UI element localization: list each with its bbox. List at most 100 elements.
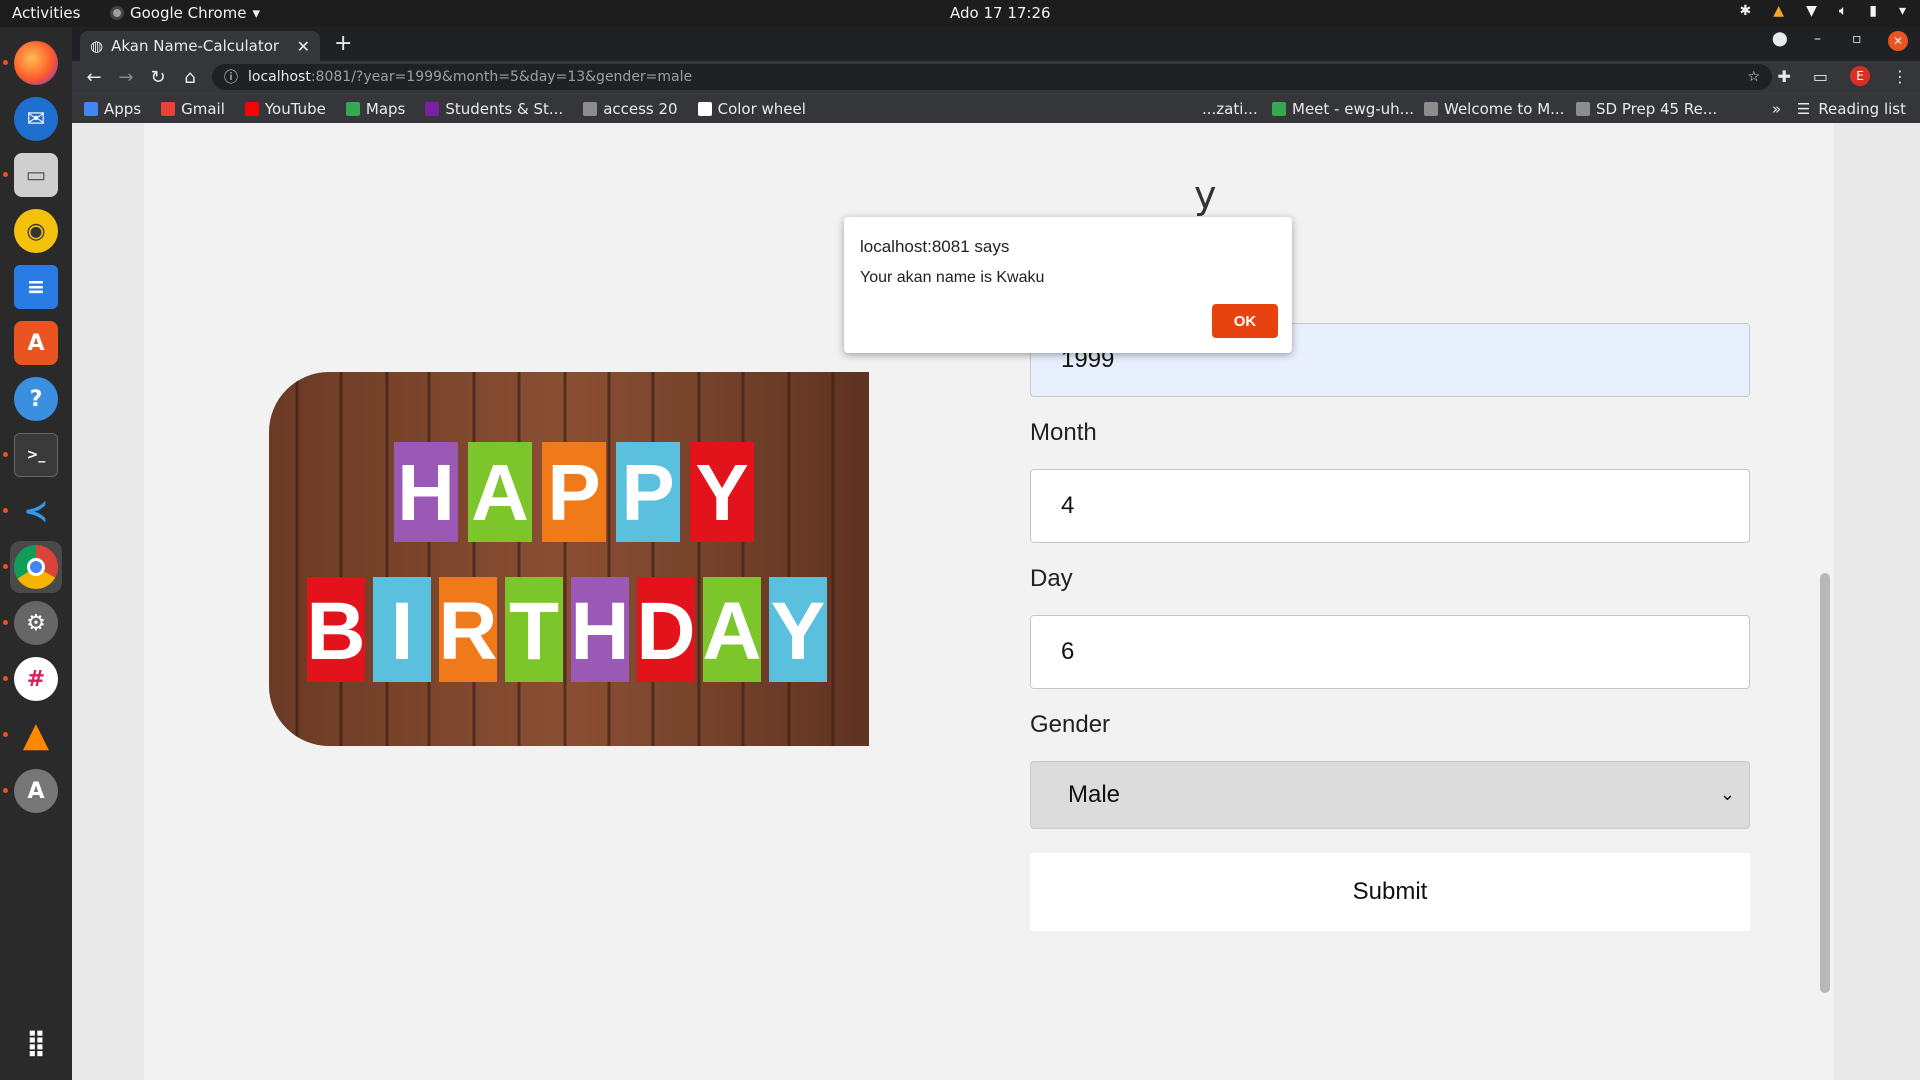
wifi-icon[interactable]: ▼ bbox=[1806, 3, 1817, 19]
letter-glyph: R bbox=[438, 586, 497, 677]
bookmark-zati[interactable]: ...zati... bbox=[1202, 100, 1258, 118]
extensions-icon[interactable]: ✚ bbox=[1777, 67, 1790, 86]
bookmarks-bar: Apps Gmail YouTube Maps Students & St...… bbox=[72, 93, 1920, 123]
dock-thunderbird[interactable]: ✉ bbox=[10, 93, 62, 145]
slack-tray-icon[interactable]: ✱ bbox=[1740, 3, 1752, 19]
clock[interactable]: Ado 17 17:26 bbox=[950, 4, 1051, 22]
letter-glyph: A bbox=[702, 586, 761, 677]
tab-title: Akan Name-Calculator bbox=[111, 37, 280, 55]
app-menu-label: Google Chrome bbox=[130, 4, 247, 22]
profile-avatar[interactable]: E bbox=[1850, 66, 1870, 86]
tab-search-icon[interactable]: ⬤ bbox=[1772, 31, 1788, 47]
slack-icon: # bbox=[14, 657, 58, 701]
chrome-icon bbox=[14, 545, 58, 589]
letter-glyph: Y bbox=[695, 448, 748, 537]
bookmark-sd-prep[interactable]: SD Prep 45 Re... bbox=[1576, 100, 1717, 118]
page-scrollbar[interactable] bbox=[1820, 573, 1830, 993]
help-icon: ? bbox=[14, 377, 58, 421]
dock-rhythmbox[interactable]: ◉ bbox=[10, 205, 62, 257]
globe-icon: ◍ bbox=[90, 37, 104, 55]
chevron-down-icon: ⌄ bbox=[1719, 784, 1735, 804]
firefox-icon bbox=[14, 41, 58, 85]
letter-glyph: I bbox=[391, 586, 414, 677]
chrome-app-icon bbox=[110, 6, 124, 20]
bookmark-meet[interactable]: Meet - ewg-uh... bbox=[1272, 100, 1414, 118]
birthday-image: HAPPY BIRTHDAY bbox=[269, 372, 869, 746]
bookmark-youtube[interactable]: YouTube bbox=[244, 100, 326, 118]
alert-title: localhost:8081 says bbox=[860, 237, 1010, 256]
bookmark-star-icon[interactable]: ☆ bbox=[1747, 69, 1760, 85]
app-menu[interactable]: Google Chrome ▾ bbox=[110, 4, 260, 22]
files-icon: ▭ bbox=[14, 153, 58, 197]
minimize-button[interactable]: – bbox=[1814, 31, 1821, 47]
dock-files[interactable]: ▭ bbox=[10, 149, 62, 201]
gender-select[interactable]: Male ⌄ bbox=[1030, 761, 1750, 829]
vlc-icon: ▲ bbox=[22, 715, 50, 755]
bookmark-apps[interactable]: Apps bbox=[84, 100, 141, 118]
gender-label: Gender bbox=[1030, 711, 1111, 738]
bookmark-gmail[interactable]: Gmail bbox=[161, 100, 225, 118]
back-button[interactable]: ← bbox=[78, 67, 110, 88]
terminal-icon: >_ bbox=[14, 433, 58, 477]
close-icon[interactable]: ✕ bbox=[297, 37, 310, 56]
dock-show-apps[interactable]: ⣿ bbox=[10, 1017, 62, 1069]
bookmark-access[interactable]: access 20 bbox=[583, 100, 678, 118]
battery-icon[interactable]: ▮ bbox=[1869, 3, 1877, 19]
alert-dialog: localhost:8081 says Your akan name is Kw… bbox=[844, 217, 1292, 353]
letter-glyph: Y bbox=[771, 586, 826, 677]
letter-glyph: D bbox=[636, 586, 695, 677]
toolbar-right: ✚ ▭ E ⋮ bbox=[1777, 66, 1908, 86]
apps-grid-icon: ⣿ bbox=[25, 1028, 47, 1058]
address-bar[interactable]: ⓘ localhost:8081/?year=1999&month=5&day=… bbox=[212, 64, 1772, 90]
letter-glyph: H bbox=[397, 448, 455, 537]
alert-ok-button[interactable]: OK bbox=[1212, 304, 1278, 338]
letter-glyph: P bbox=[547, 448, 600, 537]
dock-firefox[interactable] bbox=[10, 37, 62, 89]
dock-settings[interactable]: ⚙ bbox=[10, 597, 62, 649]
day-label: Day bbox=[1030, 565, 1073, 592]
rhythmbox-icon: ◉ bbox=[14, 209, 58, 253]
system-menu-chevron-icon[interactable]: ▾ bbox=[1899, 3, 1906, 19]
dock-chrome[interactable] bbox=[10, 541, 62, 593]
dock-vscode[interactable]: ≺ bbox=[10, 485, 62, 537]
warning-tray-icon[interactable]: ▲ bbox=[1773, 3, 1784, 19]
submit-button[interactable]: Submit bbox=[1030, 853, 1750, 931]
letter-glyph: T bbox=[509, 586, 559, 677]
chrome-window: ◍ Akan Name-Calculator ✕ + ⬤ – ▫ ✕ ← → ↻… bbox=[72, 27, 1920, 1080]
bookmark-welcome[interactable]: Welcome to M... bbox=[1424, 100, 1564, 118]
dock-updater[interactable]: A bbox=[10, 765, 62, 817]
home-button[interactable]: ⌂ bbox=[174, 67, 206, 88]
more-menu-icon[interactable]: ⋮ bbox=[1892, 67, 1908, 86]
system-tray[interactable]: ✱ ▲ ▼ 🔈︎ ▮ ▾ bbox=[1740, 3, 1906, 19]
bookmarks-overflow-button[interactable]: » bbox=[1772, 100, 1781, 118]
volume-icon[interactable]: 🔈︎ bbox=[1839, 3, 1847, 19]
updater-icon: A bbox=[14, 769, 58, 813]
info-icon[interactable]: ⓘ bbox=[224, 67, 238, 87]
day-input[interactable]: 6 bbox=[1030, 615, 1750, 689]
activities-button[interactable]: Activities bbox=[12, 4, 80, 22]
tab-akan[interactable]: ◍ Akan Name-Calculator ✕ bbox=[80, 31, 320, 61]
forward-button[interactable]: → bbox=[110, 67, 142, 88]
tab-strip: ◍ Akan Name-Calculator ✕ + ⬤ – ▫ ✕ bbox=[72, 27, 1920, 61]
bookmark-students[interactable]: Students & St... bbox=[425, 100, 563, 118]
dock-help[interactable]: ? bbox=[10, 373, 62, 425]
reload-button[interactable]: ↻ bbox=[142, 67, 174, 88]
system-top-bar: Activities Google Chrome ▾ Ado 17 17:26 … bbox=[0, 0, 1920, 27]
dock-slack[interactable]: # bbox=[10, 653, 62, 705]
thunderbird-icon: ✉ bbox=[14, 97, 58, 141]
dock-software[interactable]: A bbox=[10, 317, 62, 369]
dock-writer[interactable]: ≡ bbox=[10, 261, 62, 313]
close-window-button[interactable]: ✕ bbox=[1888, 31, 1908, 51]
bookmark-color-wheel[interactable]: Color wheel bbox=[697, 100, 806, 118]
software-icon: A bbox=[14, 321, 58, 365]
akan-form: Year of Birth 1999 Month 4 Day 6 Gender … bbox=[1030, 273, 1750, 931]
reading-list-button[interactable]: ☰ Reading list bbox=[1797, 100, 1906, 118]
cast-icon[interactable]: ▭ bbox=[1813, 67, 1828, 86]
new-tab-button[interactable]: + bbox=[334, 31, 352, 56]
gender-selected-value: Male bbox=[1068, 781, 1121, 808]
month-input[interactable]: 4 bbox=[1030, 469, 1750, 543]
bookmark-maps[interactable]: Maps bbox=[345, 100, 405, 118]
dock-vlc[interactable]: ▲ bbox=[10, 709, 62, 761]
maximize-button[interactable]: ▫ bbox=[1852, 31, 1862, 47]
dock-terminal[interactable]: >_ bbox=[10, 429, 62, 481]
